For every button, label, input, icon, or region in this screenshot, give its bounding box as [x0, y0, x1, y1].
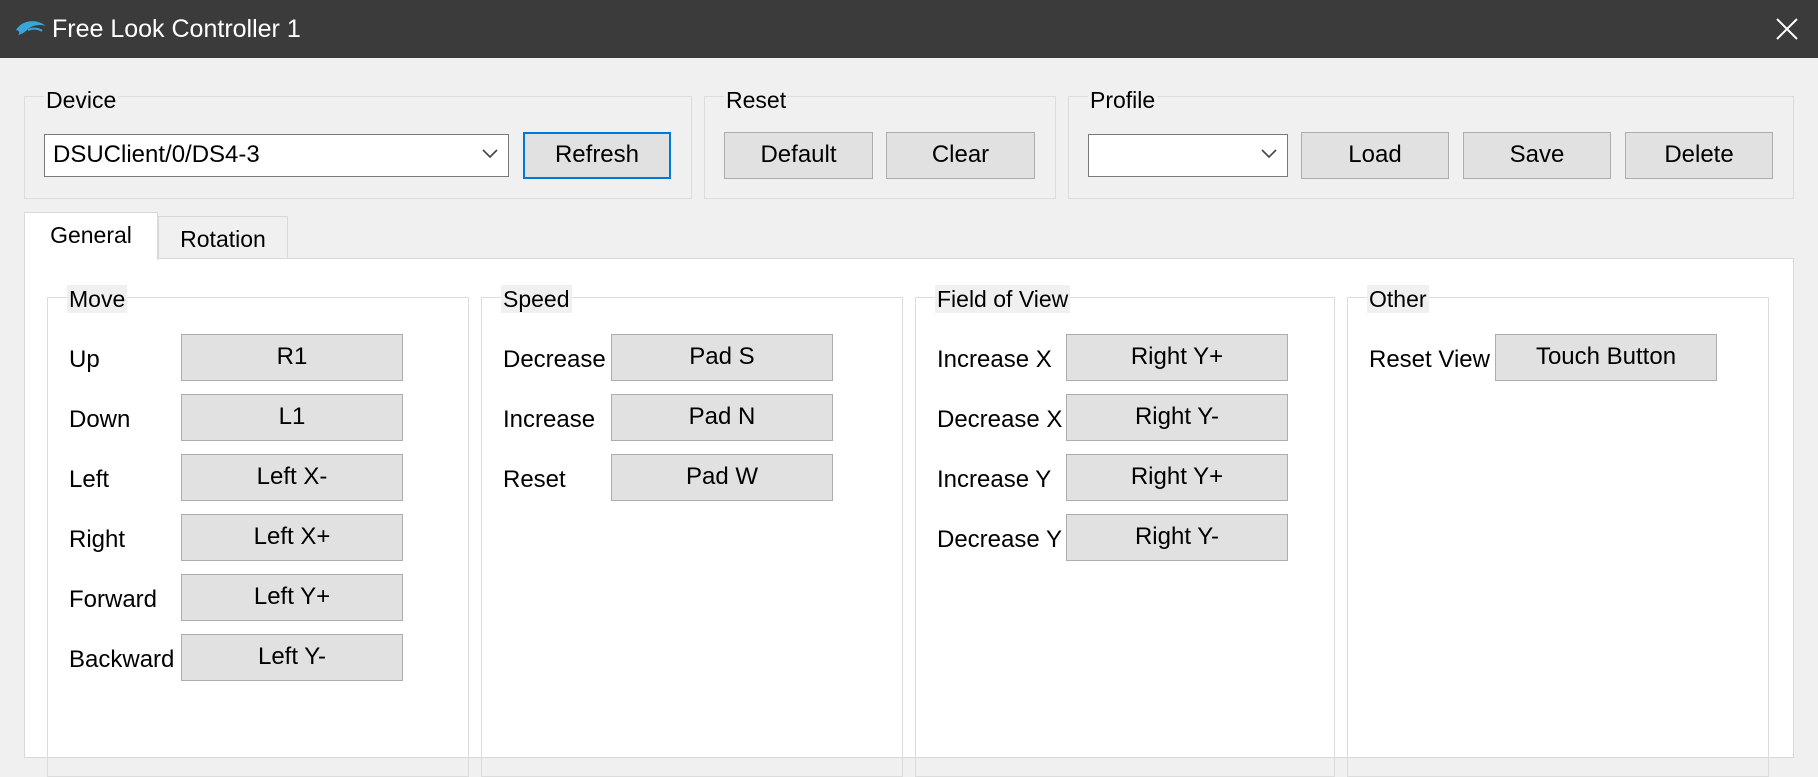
close-icon: [1776, 18, 1798, 40]
speed-group-label: Speed: [501, 285, 572, 313]
fov-decrease-y-binding-button[interactable]: Right Y-: [1066, 514, 1288, 561]
move-group-label: Move: [67, 285, 128, 313]
close-button[interactable]: [1756, 0, 1818, 58]
fov-decrease-x-binding-button[interactable]: Right Y-: [1066, 394, 1288, 441]
load-button[interactable]: Load: [1301, 132, 1449, 179]
speed-increase-label: Increase: [503, 406, 596, 433]
fov-increase-x-binding-button[interactable]: Right Y+: [1066, 334, 1288, 381]
profile-select[interactable]: [1088, 134, 1288, 177]
field-of-view-group-label: Field of View: [935, 285, 1071, 313]
move-up-binding-button[interactable]: R1: [181, 334, 403, 381]
delete-button[interactable]: Delete: [1625, 132, 1773, 179]
device-select-value: DSUClient/0/DS4-3: [53, 141, 260, 168]
move-right-label: Right: [69, 526, 126, 553]
move-backward-binding-button[interactable]: Left Y-: [181, 634, 403, 681]
move-right-binding-button[interactable]: Left X+: [181, 514, 403, 561]
device-group-label: Device: [44, 86, 119, 114]
tab-rotation[interactable]: Rotation: [158, 216, 288, 258]
move-left-binding-button[interactable]: Left X-: [181, 454, 403, 501]
tab-general-label: General: [50, 222, 132, 248]
speed-reset-binding-button[interactable]: Pad W: [611, 454, 833, 501]
general-tab-panel: Move Up R1 Down L1 Left Left X- Right Le…: [24, 258, 1794, 777]
move-left-label: Left: [69, 466, 110, 493]
chevron-down-icon: [1261, 149, 1277, 159]
fov-decrease-y-label: Decrease Y: [937, 526, 1062, 553]
dolphin-logo-icon: [16, 21, 46, 35]
move-down-label: Down: [69, 406, 131, 433]
clear-button[interactable]: Clear: [886, 132, 1035, 179]
reset-group-label: Reset: [724, 86, 789, 114]
move-forward-label: Forward: [69, 586, 158, 613]
window-title: Free Look Controller 1: [52, 15, 301, 43]
profile-group-label: Profile: [1088, 86, 1158, 114]
speed-reset-label: Reset: [503, 466, 566, 493]
chevron-down-icon: [482, 149, 498, 159]
fov-decrease-x-label: Decrease X: [937, 406, 1063, 433]
fov-increase-y-binding-button[interactable]: Right Y+: [1066, 454, 1288, 501]
speed-decrease-binding-button[interactable]: Pad S: [611, 334, 833, 381]
other-group-label: Other: [1367, 285, 1429, 313]
move-backward-label: Backward: [69, 646, 175, 673]
speed-decrease-label: Decrease: [503, 346, 606, 373]
refresh-button[interactable]: Refresh: [523, 132, 671, 179]
speed-increase-binding-button[interactable]: Pad N: [611, 394, 833, 441]
fov-increase-x-label: Increase X: [937, 346, 1052, 373]
tab-rotation-label: Rotation: [180, 226, 266, 252]
move-up-label: Up: [69, 346, 100, 373]
default-button[interactable]: Default: [724, 132, 873, 179]
fov-increase-y-label: Increase Y: [937, 466, 1052, 493]
reset-view-binding-button[interactable]: Touch Button: [1495, 334, 1717, 381]
other-reset-view-label: Reset View: [1369, 346, 1490, 373]
tab-general[interactable]: General: [24, 212, 158, 260]
device-select[interactable]: DSUClient/0/DS4-3: [44, 134, 509, 177]
title-bar: Free Look Controller 1: [0, 0, 1818, 58]
move-forward-binding-button[interactable]: Left Y+: [181, 574, 403, 621]
save-button[interactable]: Save: [1463, 132, 1611, 179]
move-down-binding-button[interactable]: L1: [181, 394, 403, 441]
